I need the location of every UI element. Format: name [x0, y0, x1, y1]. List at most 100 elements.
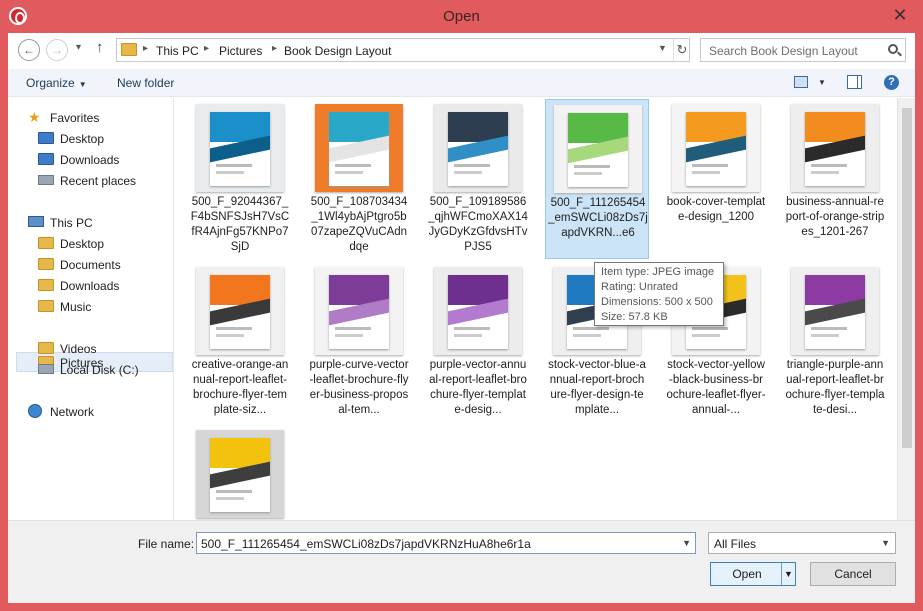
new-folder-button[interactable]: New folder	[117, 76, 174, 90]
address-bar[interactable]: ▸ This PC ▸ Pictures ▸ Book Design Layou…	[116, 38, 690, 62]
file-thumbnail	[434, 267, 522, 355]
scrollbar-thumb[interactable]	[902, 108, 912, 448]
navigation-pane: ★ Favorites Desktop Downloads Recent plac…	[8, 98, 174, 520]
nav-favorites-downloads[interactable]: Downloads	[38, 150, 195, 170]
chevron-down-icon[interactable]: ▼	[881, 538, 890, 548]
nav-documents[interactable]: Documents	[38, 255, 195, 275]
file-item[interactable]: purple-vector-annual-report-leaflet-broc…	[426, 262, 530, 422]
window-title: Open	[443, 8, 480, 25]
back-button[interactable]: ←	[18, 39, 40, 61]
file-name: 500_F_108703434_1Wl4ybAjPtgro5b07zapeZQV…	[310, 196, 408, 253]
tooltip-size: Size: 57.8 KB	[601, 311, 668, 323]
folder-icon	[121, 43, 137, 56]
nav-local-disk[interactable]: Local Disk (C:)	[38, 360, 195, 380]
videos-folder-icon	[38, 342, 54, 354]
change-view-icon[interactable]	[794, 76, 808, 88]
file-name: creative-orange-annual-report-leaflet-br…	[191, 359, 289, 416]
file-name: book-cover-template-design_1200	[666, 196, 766, 223]
file-item[interactable]: 500_F_92044367_F4bSNFSJsH7VsCfR4AjnFg57K…	[188, 99, 292, 259]
breadcrumb-pictures[interactable]: Pictures	[219, 44, 262, 58]
file-item[interactable]: 500_F_111265454_emSWCLi08zDs7japdVKRN...…	[545, 99, 649, 259]
nav-favorites-desktop[interactable]: Desktop	[38, 129, 195, 149]
file-item[interactable]: business-annual-report-of-orange-stripes…	[783, 99, 887, 259]
downloads-icon	[38, 153, 54, 165]
chevron-right-icon[interactable]: ▸	[204, 43, 209, 54]
forward-button[interactable]: →	[46, 39, 68, 61]
caret-down-icon: ▼	[78, 80, 87, 89]
file-name: stock-vector-blue-annual-report-brochure…	[548, 359, 646, 416]
desktop-icon	[38, 132, 54, 144]
open-button[interactable]: Open ▼	[710, 562, 796, 586]
search-box[interactable]: Search Book Design Layout	[700, 38, 906, 62]
open-split-dropdown-icon[interactable]: ▼	[781, 563, 795, 585]
nav-this-pc[interactable]: This PC	[28, 213, 185, 233]
file-item[interactable]: triangle-purple-annual-report-leaflet-br…	[783, 262, 887, 422]
file-info-tooltip: Item type: JPEG image Rating: Unrated Di…	[594, 262, 724, 326]
nav-music[interactable]: Music	[38, 297, 195, 317]
nav-label: Desktop	[60, 132, 105, 146]
file-item[interactable]: 500_F_109189586_qjhWFCmoXAX14JyGDyKzGfdv…	[426, 99, 530, 259]
file-name: 500_F_92044367_F4bSNFSJsH7VsCfR4AjnFg57K…	[190, 196, 290, 253]
computer-icon	[28, 216, 44, 227]
address-row: ← → ▾ ↑ ▸ This PC ▸ Pictures ▸ Book Desi…	[8, 33, 915, 69]
tooltip-rating: Rating: Unrated	[601, 281, 679, 293]
refresh-icon[interactable]: ↻	[673, 39, 690, 61]
file-thumbnail	[554, 105, 642, 193]
file-item[interactable]: 500_F_108703434_1Wl4ybAjPtgro5b07zapeZQV…	[307, 99, 411, 259]
file-item[interactable]: creative-orange-annual-report-leaflet-br…	[188, 262, 292, 422]
tooltip-item-type: Item type: JPEG image	[601, 266, 715, 278]
nav-favorites[interactable]: ★ Favorites	[28, 108, 185, 128]
breadcrumb-book-design-layout[interactable]: Book Design Layout	[284, 44, 391, 58]
vertical-scrollbar[interactable]	[897, 98, 915, 520]
file-thumbnail	[672, 104, 760, 192]
file-name: purple-vector-annual-report-leaflet-broc…	[429, 359, 527, 416]
search-icon[interactable]	[888, 44, 898, 54]
search-input[interactable]: Search Book Design Layout	[709, 44, 858, 58]
organize-menu[interactable]: Organize ▼	[26, 76, 87, 90]
nav-label: Videos	[60, 342, 97, 356]
breadcrumb-this-pc[interactable]: This PC	[156, 44, 199, 58]
address-dropdown-icon[interactable]: ▼	[658, 43, 667, 53]
recent-locations-icon[interactable]: ▾	[76, 42, 81, 53]
file-item[interactable]: purple-curve-vector-leaflet-brochure-fly…	[307, 262, 411, 422]
organize-label: Organize	[26, 76, 75, 90]
file-item[interactable]: book-cover-template-design_1200	[664, 99, 768, 259]
file-name-field[interactable]: 500_F_111265454_emSWCLi08zDs7japdVKRNzHu…	[196, 532, 696, 554]
up-arrow-icon[interactable]: ↑	[96, 39, 104, 56]
file-name-bar: File name: 500_F_111265454_emSWCLi08zDs7…	[8, 520, 915, 603]
file-thumbnail	[791, 104, 879, 192]
folder-icon	[38, 279, 54, 291]
file-thumbnail	[196, 267, 284, 355]
nav-pc-desktop[interactable]: Desktop	[38, 234, 195, 254]
help-icon[interactable]: ?	[884, 75, 899, 90]
file-name: purple-curve-vector-leaflet-brochure-fly…	[309, 359, 409, 416]
file-type-value: All Files	[714, 537, 757, 551]
file-name: 500_F_109189586_qjhWFCmoXAX14JyGDyKzGfdv…	[428, 196, 528, 253]
file-name: 500_F_111265454_emSWCLi08zDs7japdVKRN...…	[548, 197, 648, 239]
nav-label: Downloads	[60, 279, 120, 293]
title-bar[interactable]: Open ✕	[0, 0, 923, 33]
nav-videos[interactable]: Videos	[38, 339, 195, 359]
tooltip-dimensions: Dimensions: 500 x 500	[601, 296, 713, 308]
open-dialog: Open ✕ ← → ▾ ↑ ▸ This PC ▸ Pictures ▸ Bo…	[0, 0, 923, 611]
nav-network[interactable]: Network	[28, 402, 185, 422]
chevron-down-icon[interactable]: ▼	[682, 538, 691, 548]
hard-drive-icon	[38, 364, 54, 374]
folder-icon	[38, 258, 54, 270]
file-name-value[interactable]: 500_F_111265454_emSWCLi08zDs7japdVKRNzHu…	[201, 537, 531, 551]
preview-pane-icon[interactable]	[847, 75, 862, 89]
nav-label: Documents	[60, 258, 121, 272]
nav-pc-downloads[interactable]: Downloads	[38, 276, 195, 296]
chevron-right-icon[interactable]: ▸	[143, 43, 148, 54]
close-icon[interactable]: ✕	[887, 4, 913, 26]
recent-places-icon	[38, 175, 54, 185]
cancel-button[interactable]: Cancel	[810, 562, 896, 586]
file-item[interactable]	[188, 425, 292, 520]
open-button-label: Open	[732, 567, 762, 581]
file-thumbnail	[315, 267, 403, 355]
view-options-caret-icon[interactable]: ▼	[818, 78, 826, 87]
nav-label: Music	[60, 300, 92, 314]
file-type-select[interactable]: All Files ▼	[708, 532, 896, 554]
nav-recent-places[interactable]: Recent places	[38, 171, 195, 191]
chevron-right-icon[interactable]: ▸	[272, 43, 277, 54]
